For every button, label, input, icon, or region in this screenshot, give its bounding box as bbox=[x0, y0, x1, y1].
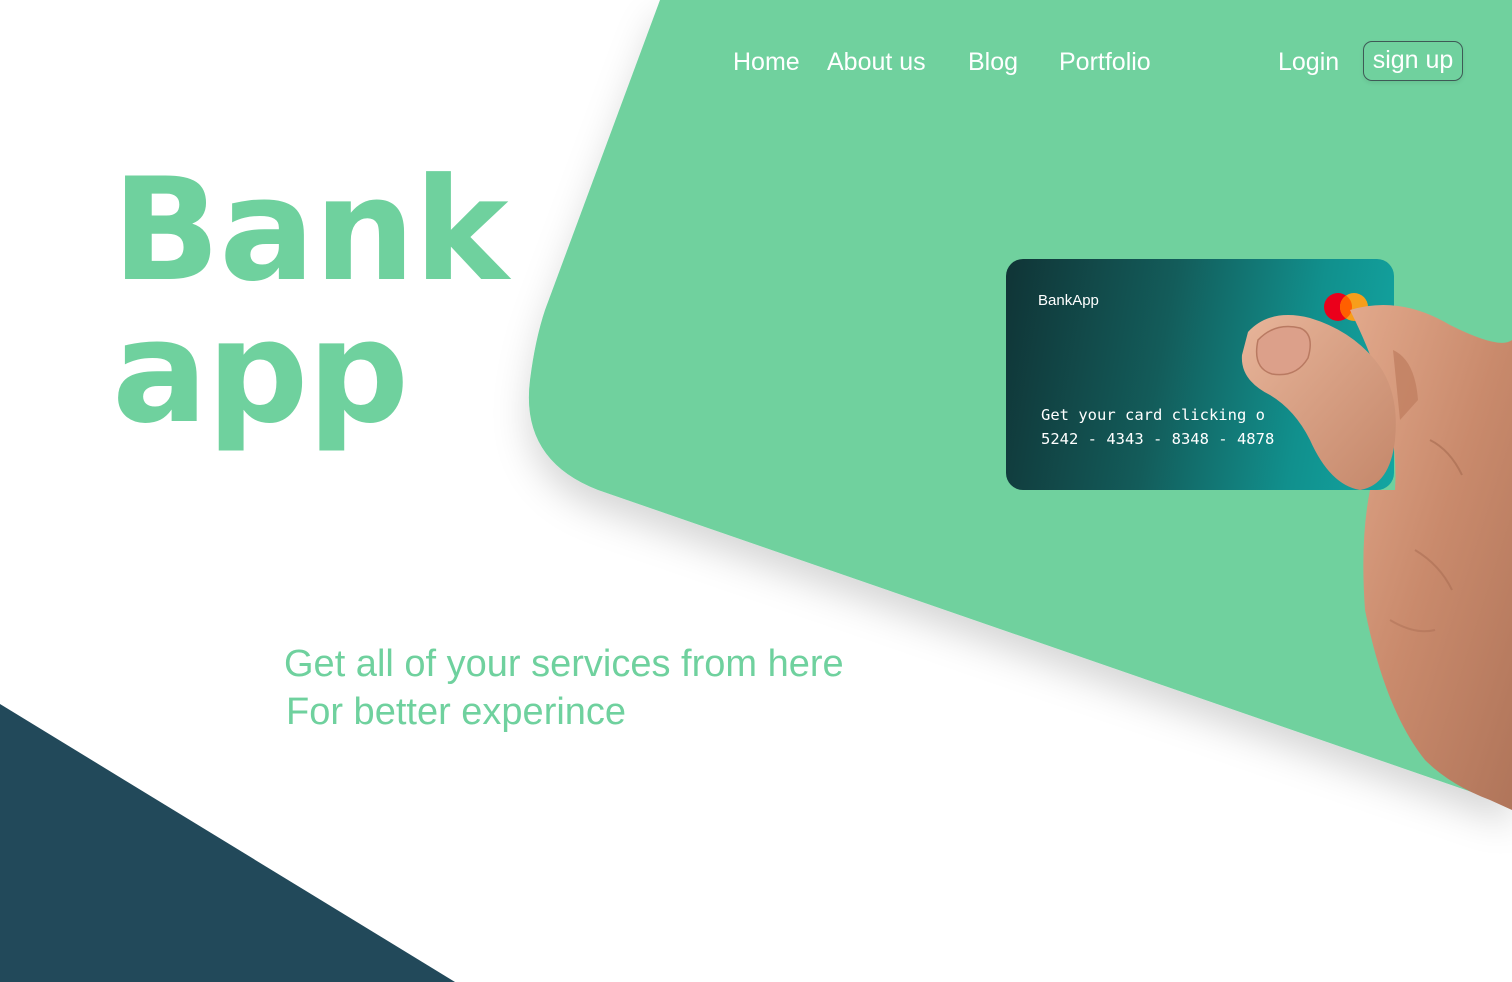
signup-button[interactable]: sign up bbox=[1363, 41, 1463, 81]
hero-title-line2: app bbox=[112, 290, 409, 455]
nav-home-link[interactable]: Home bbox=[733, 46, 800, 78]
nav-portfolio-link[interactable]: Portfolio bbox=[1059, 46, 1151, 78]
dark-corner-triangle bbox=[0, 704, 455, 982]
login-link[interactable]: Login bbox=[1278, 46, 1339, 78]
tagline-line1: Get all of your services from here bbox=[284, 643, 844, 685]
tagline-line2: For better experince bbox=[286, 691, 627, 733]
landing-page: Home About us Blog Portfolio Login sign … bbox=[0, 0, 1512, 982]
hand-holding-card-image bbox=[1241, 305, 1512, 810]
card-brand-label: BankApp bbox=[1038, 292, 1099, 309]
nav-about-link[interactable]: About us bbox=[827, 46, 926, 78]
hero-tagline: Get all of your services from here For b… bbox=[284, 640, 844, 736]
hero-title-line1: Bank bbox=[112, 148, 509, 313]
nav-blog-link[interactable]: Blog bbox=[968, 46, 1018, 78]
hero-title: Bank app bbox=[112, 148, 509, 455]
